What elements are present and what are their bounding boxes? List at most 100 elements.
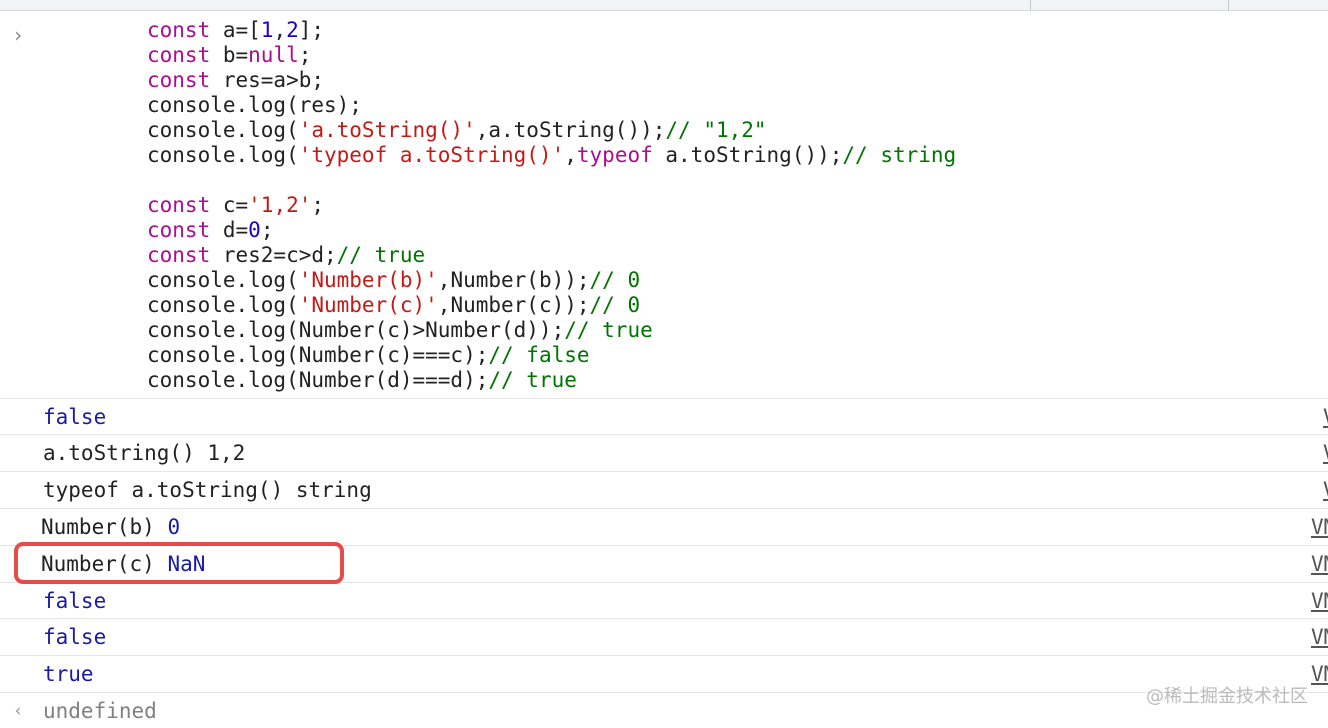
code-line: console.log('Number(c)',Number(c));// 0 — [147, 293, 956, 318]
log-message: false — [43, 619, 106, 655]
code-string: 'a.toString()' — [298, 118, 476, 142]
code-line: const c='1,2'; — [147, 193, 956, 218]
code-keyword: const — [147, 218, 211, 242]
code-text: console.log( — [147, 293, 299, 317]
log-message: false — [43, 583, 106, 619]
source-link[interactable]: VM — [1311, 619, 1328, 655]
log-value: false — [43, 405, 107, 429]
code-string: 'Number(b)' — [298, 268, 438, 292]
code-keyword: const — [147, 18, 211, 42]
code-comment: // true — [336, 243, 426, 267]
code-line: console.log('a.toString()',a.toString())… — [147, 118, 956, 143]
code-number: 1 — [260, 18, 274, 42]
code-line: console.log(res); — [147, 93, 956, 118]
code-string: 'Number(c)' — [298, 293, 438, 317]
code-text: d= — [210, 218, 249, 242]
log-value: 0 — [167, 515, 181, 539]
console-log-row: false VM — [0, 582, 1328, 619]
code-comment: // 0 — [589, 268, 641, 292]
code-text: a=[ — [210, 18, 261, 42]
console-log-row: typeof a.toString() string V — [0, 471, 1328, 508]
toolbar-divider — [1228, 0, 1229, 10]
log-message: Number(b) 0 — [41, 509, 180, 545]
code-line: const res2=c>d;// true — [147, 243, 956, 268]
log-value: true — [43, 662, 94, 686]
code-text: , — [273, 18, 287, 42]
log-value: false — [43, 625, 107, 649]
code-text: console.log(res); — [147, 93, 362, 117]
source-link[interactable]: VM — [1311, 509, 1328, 545]
code-keyword: const — [147, 243, 211, 267]
code-comment: // true — [564, 318, 653, 342]
log-message: typeof a.toString() string — [43, 472, 372, 508]
code-text: console.log(Number(c)>Number(d)); — [147, 318, 565, 342]
console-log-row: true VM — [0, 655, 1328, 692]
console-log-row: a.toString() 1,2 V — [0, 434, 1328, 471]
code-number: 2 — [286, 18, 299, 42]
code-line: console.log(Number(c)===c);// false — [147, 343, 956, 368]
code-comment: // string — [842, 143, 957, 167]
code-comment: // true — [488, 368, 577, 392]
code-keyword: null — [248, 43, 299, 67]
top-toolbar-strip — [0, 0, 1328, 11]
log-label: Number(b) — [41, 515, 168, 539]
code-text: c= — [210, 193, 249, 217]
source-link[interactable]: V — [1323, 399, 1328, 435]
code-number: 0 — [248, 218, 261, 242]
code-line: const b=null; — [147, 43, 956, 68]
code-text: ; — [298, 43, 312, 67]
return-arrow-icon: ‹ — [13, 701, 24, 721]
code-text: console.log(Number(c)===c); — [147, 343, 489, 367]
log-message: a.toString() 1,2 — [43, 435, 245, 471]
code-line: console.log(Number(c)>Number(d));// true — [147, 318, 956, 343]
console-log-row: Number(b) 0 VM — [0, 508, 1328, 545]
code-text: a.toString()); — [652, 143, 843, 167]
code-text: console.log(Number(d)===d); — [147, 368, 489, 392]
watermark: @稀土掘金技术社区 — [1146, 686, 1308, 707]
code-keyword: const — [147, 43, 211, 67]
log-message: false — [43, 399, 106, 435]
code-text: ,Number(b)); — [437, 268, 590, 292]
code-text: ; — [311, 193, 325, 217]
code-keyword: typeof — [576, 143, 653, 167]
code-comment: // false — [488, 343, 590, 367]
source-link[interactable]: VM — [1311, 546, 1328, 582]
code-text: res2=c>d; — [210, 243, 337, 267]
highlight-annotation — [14, 542, 344, 584]
log-value: false — [43, 589, 107, 613]
code-line: console.log('typeof a.toString()',typeof… — [147, 143, 956, 168]
code-line: const res=a>b; — [147, 68, 956, 93]
console-input-entry[interactable]: › const a=[1,2]; const b=null; const res=a… — [0, 11, 1328, 396]
code-text: ]; — [298, 18, 325, 42]
code-line: const a=[1,2]; — [147, 18, 956, 43]
code-line: const d=0; — [147, 218, 956, 243]
console-log-row: false VM — [0, 618, 1328, 655]
log-label: a.toString() 1,2 — [43, 441, 246, 465]
code-line: console.log('Number(b)',Number(b));// 0 — [147, 268, 956, 293]
source-link[interactable]: V — [1323, 472, 1328, 508]
code-keyword: const — [147, 68, 211, 92]
console-return-row: ‹ undefined — [0, 692, 1328, 728]
toolbar-divider — [1030, 0, 1031, 10]
log-label: typeof a.toString() string — [43, 478, 372, 502]
source-link[interactable]: VM — [1311, 583, 1328, 619]
code-string: '1,2' — [248, 193, 312, 217]
source-link[interactable]: V — [1323, 435, 1328, 471]
source-link[interactable]: VM — [1311, 656, 1328, 692]
code-string: 'typeof a.toString()' — [298, 143, 565, 167]
code-text: ; — [260, 218, 274, 242]
code-text: console.log( — [147, 268, 299, 292]
log-message: true — [43, 656, 94, 692]
code-text: res=a>b; — [210, 68, 325, 92]
code-text: ,Number(c)); — [437, 293, 590, 317]
code-block[interactable]: const a=[1,2]; const b=null; const res=a>b… — [147, 18, 956, 393]
code-keyword: const — [147, 193, 211, 217]
console-log-row: false V — [0, 398, 1328, 435]
code-text: , — [564, 143, 577, 167]
code-text: ,a.toString()); — [475, 118, 666, 142]
chevron-right-icon: › — [12, 23, 25, 47]
code-text: b= — [210, 43, 249, 67]
code-line: console.log(Number(d)===d);// true — [147, 368, 956, 393]
code-text: console.log( — [147, 118, 299, 142]
